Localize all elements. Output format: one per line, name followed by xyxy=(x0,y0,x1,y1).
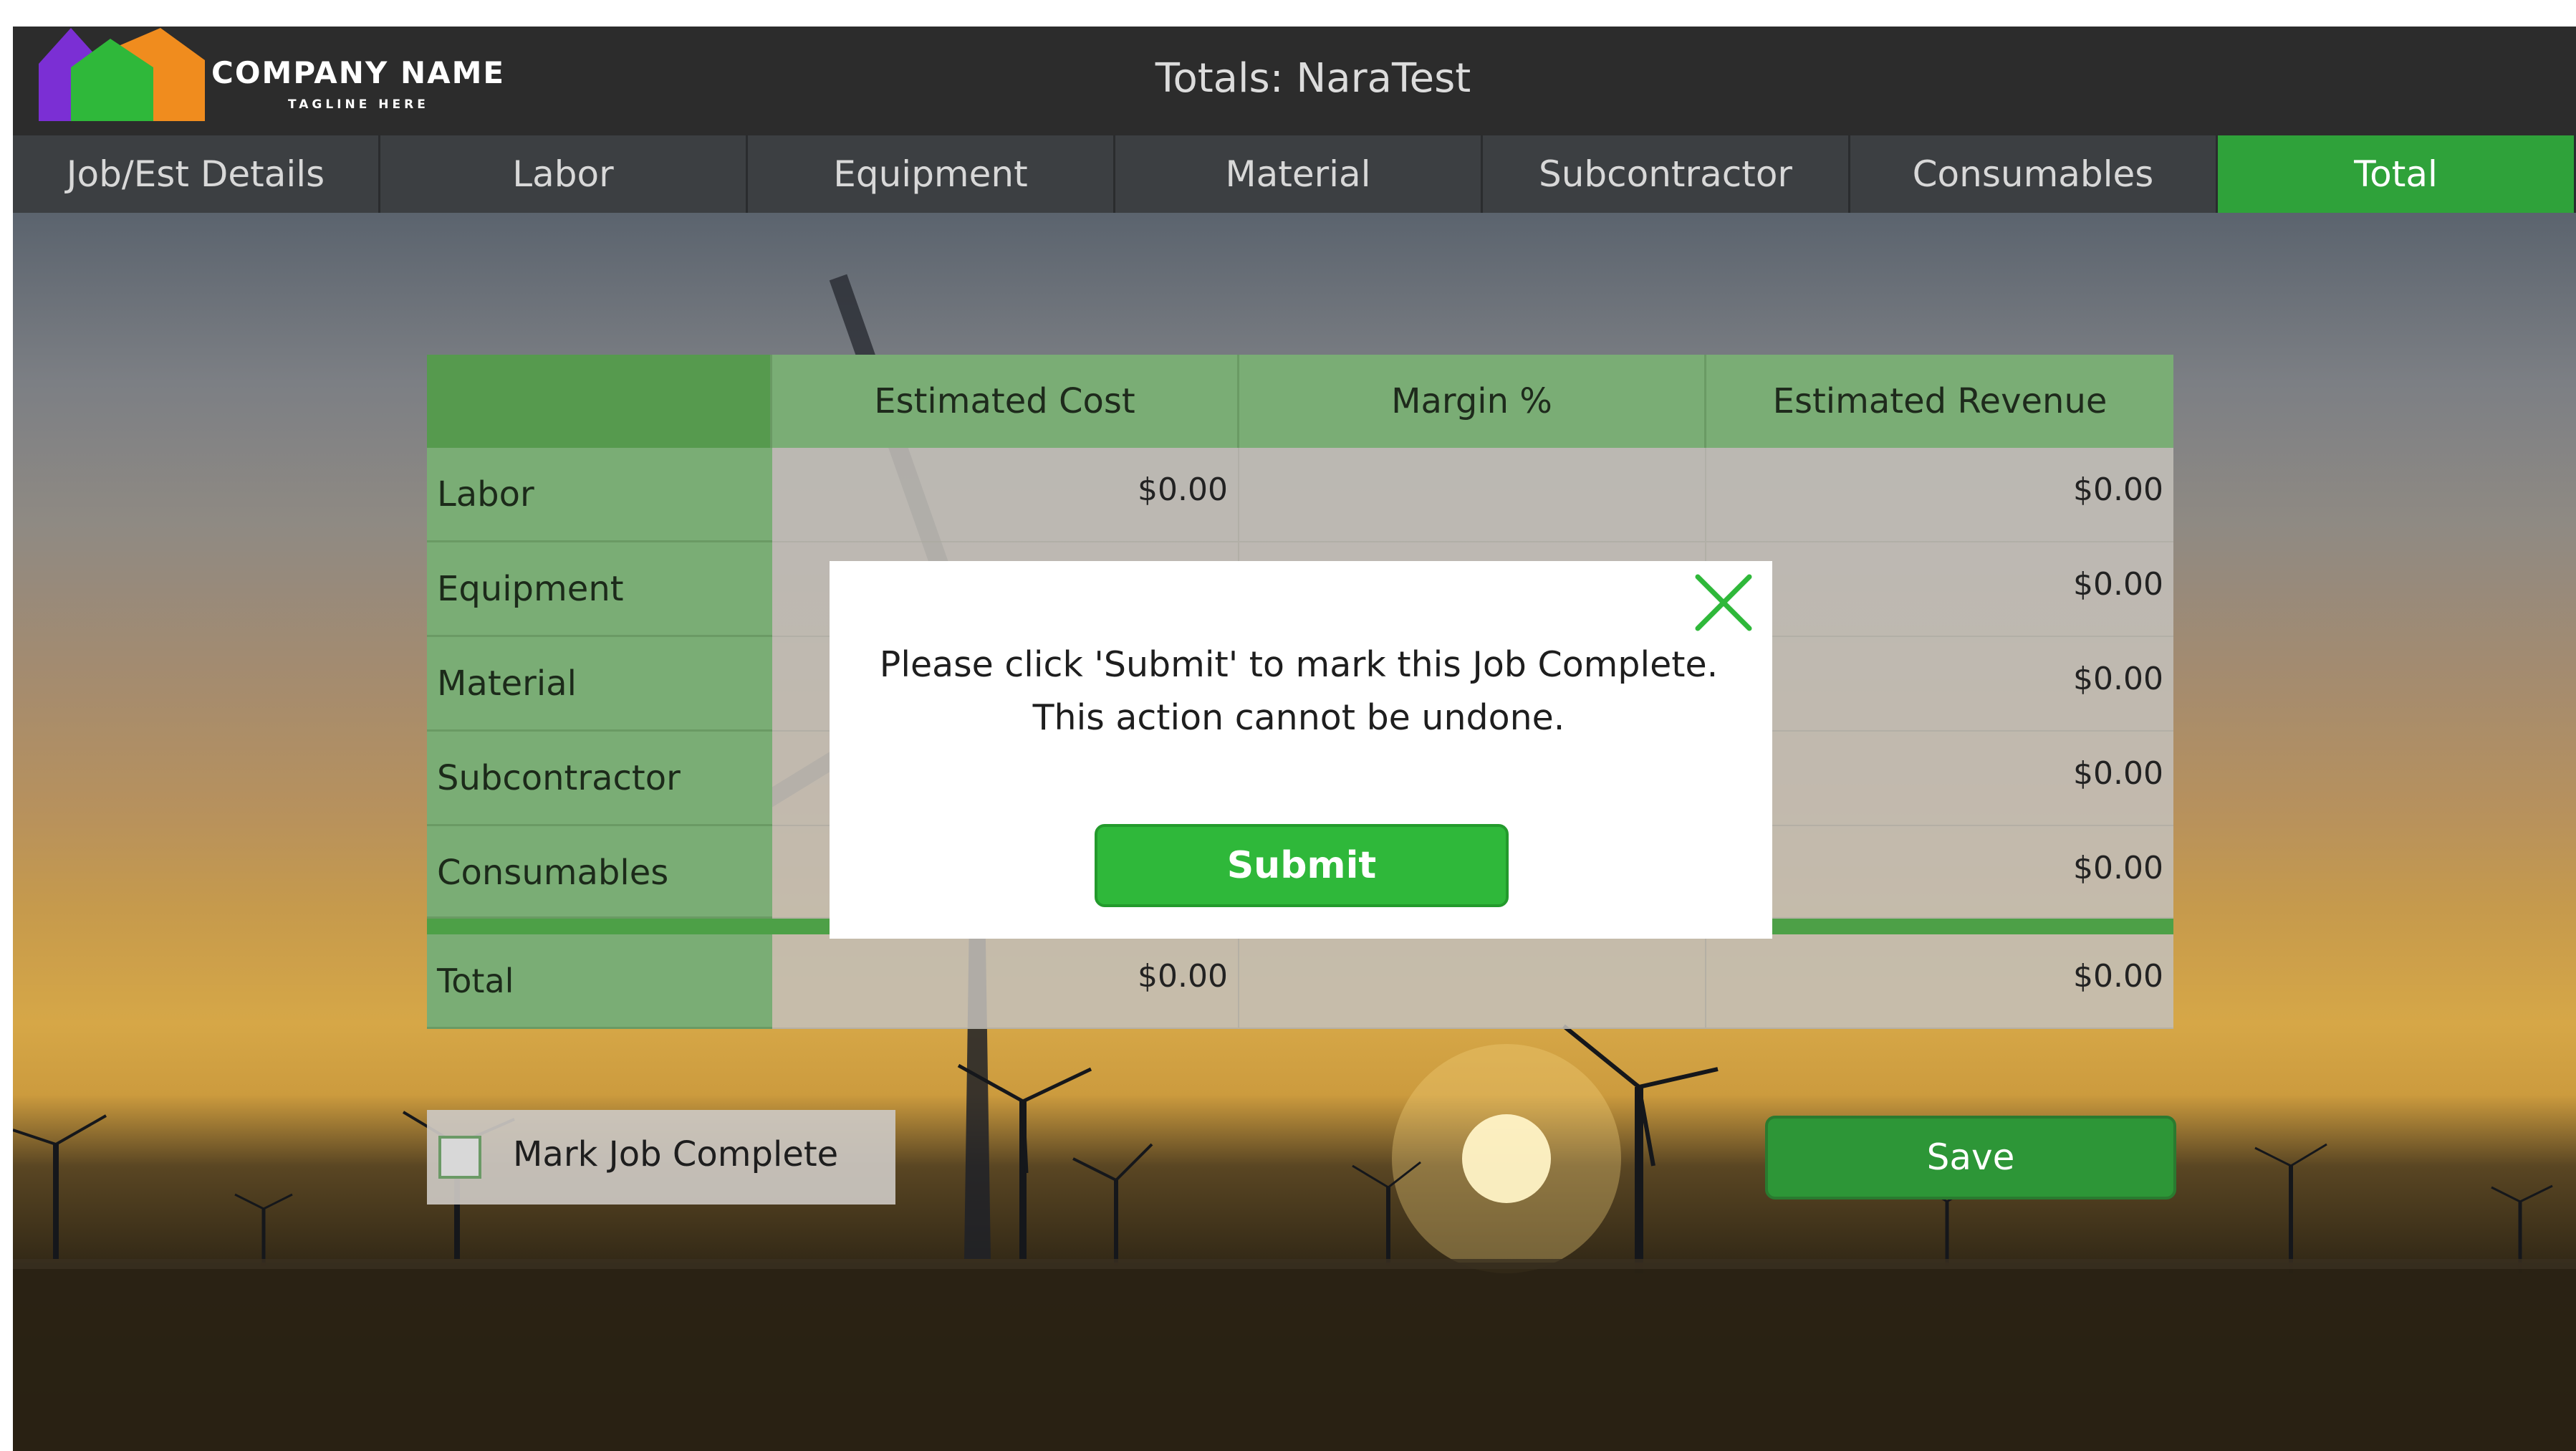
labor-estimated-revenue: $0.00 xyxy=(1706,448,2173,542)
subcontractor-estimated-revenue: $0.00 xyxy=(1706,732,2173,826)
mark-job-complete-label: Mark Job Complete xyxy=(513,1134,839,1174)
consumables-estimated-revenue: $0.00 xyxy=(1706,826,2173,919)
app-header: COMPANY NAME TAGLINE HERE Totals: NaraTe… xyxy=(13,27,2576,135)
close-icon[interactable] xyxy=(1691,570,1756,636)
row-label-labor: Labor xyxy=(427,448,772,542)
confirm-complete-dialog: Please click 'Submit' to mark this Job C… xyxy=(830,561,1772,939)
save-button[interactable]: Save xyxy=(1765,1116,2176,1199)
dialog-message: Please click 'Submit' to mark this Job C… xyxy=(879,644,1719,738)
app-window: COMPANY NAME TAGLINE HERE Totals: NaraTe… xyxy=(13,27,2576,1451)
mark-job-complete-checkbox[interactable] xyxy=(438,1136,481,1179)
screenshot-canvas: COMPANY NAME TAGLINE HERE Totals: NaraTe… xyxy=(0,0,2576,1451)
table-header-corner xyxy=(427,355,772,448)
company-name: COMPANY NAME xyxy=(211,55,506,90)
tab-material[interactable]: Material xyxy=(1115,135,1483,213)
tab-equipment[interactable]: Equipment xyxy=(748,135,1115,213)
tab-total[interactable]: Total xyxy=(2218,135,2576,213)
row-label-consumables: Consumables xyxy=(427,826,772,919)
labor-estimated-cost[interactable]: $0.00 xyxy=(772,448,1239,542)
labor-margin[interactable] xyxy=(1239,448,1706,542)
tab-labor[interactable]: Labor xyxy=(380,135,748,213)
submit-button[interactable]: Submit xyxy=(1095,824,1509,907)
tab-job-est-details[interactable]: Job/Est Details xyxy=(13,135,380,213)
row-label-total: Total xyxy=(427,934,772,1029)
column-header-estimated-cost: Estimated Cost xyxy=(772,355,1239,448)
mark-job-complete-control[interactable]: Mark Job Complete xyxy=(427,1110,895,1205)
company-tagline: TAGLINE HERE xyxy=(288,97,429,112)
page-title: Totals: NaraTest xyxy=(1155,55,1471,102)
row-label-equipment: Equipment xyxy=(427,542,772,637)
equipment-estimated-revenue: $0.00 xyxy=(1706,542,2173,637)
row-label-material: Material xyxy=(427,637,772,732)
column-header-estimated-revenue: Estimated Revenue xyxy=(1706,355,2173,448)
total-estimated-cost: $0.00 xyxy=(772,934,1239,1029)
total-margin xyxy=(1239,934,1706,1029)
house-logo-icon xyxy=(39,28,205,121)
material-estimated-revenue: $0.00 xyxy=(1706,637,2173,732)
tab-bar: Job/Est Details Labor Equipment Material… xyxy=(13,135,2576,216)
column-header-margin: Margin % xyxy=(1239,355,1706,448)
row-label-subcontractor: Subcontractor xyxy=(427,732,772,826)
tab-consumables[interactable]: Consumables xyxy=(1850,135,2218,213)
tab-subcontractor[interactable]: Subcontractor xyxy=(1483,135,1850,213)
total-estimated-revenue: $0.00 xyxy=(1706,934,2173,1029)
